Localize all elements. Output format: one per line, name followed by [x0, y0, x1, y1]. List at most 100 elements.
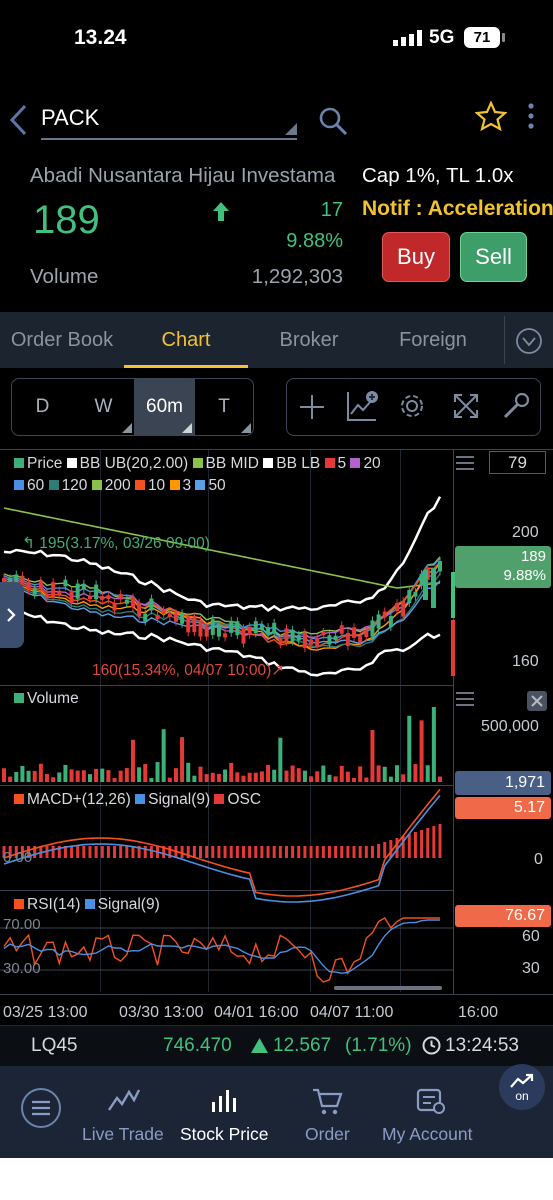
back-icon[interactable]: [8, 104, 30, 136]
candle-body: [149, 598, 154, 611]
volume-bar: [333, 776, 338, 782]
macd-zero-label: 0.00: [3, 849, 33, 866]
volume-bar: [143, 764, 148, 782]
legend-rsi-signal: Signal(9): [84, 896, 160, 913]
live-trade-icon[interactable]: [107, 1086, 141, 1114]
volume-bar: [137, 767, 142, 782]
macd-histogram-bar: [248, 846, 252, 858]
nav-my-account[interactable]: My Account: [382, 1124, 472, 1145]
macd-histogram-bar: [352, 846, 356, 858]
macd-histogram-bar: [241, 846, 245, 858]
macd-histogram-bar: [199, 846, 203, 858]
macd-histogram-bar: [340, 846, 344, 858]
tab-expand-icon[interactable]: [515, 327, 543, 355]
macd-histogram-bar: [303, 846, 307, 858]
chart-scrollbar[interactable]: [334, 986, 442, 990]
nav-order[interactable]: Order: [305, 1124, 350, 1145]
crosshair-icon[interactable]: [299, 394, 325, 420]
panel-menu-icon[interactable]: [455, 689, 475, 709]
panel-menu-icon[interactable]: [455, 453, 475, 473]
volume-bar: [63, 764, 68, 782]
macd-histogram-bar: [315, 846, 319, 858]
sell-button[interactable]: Sell: [460, 232, 527, 282]
volume-bar: [352, 777, 357, 782]
volume-bar: [44, 774, 49, 782]
rsi-last-marker: 76.67: [455, 905, 551, 927]
menu-icon: [32, 1100, 50, 1116]
settings-icon[interactable]: [397, 391, 427, 421]
star-icon[interactable]: [474, 100, 508, 132]
fullscreen-icon[interactable]: [452, 392, 480, 420]
candle-body: [180, 613, 185, 624]
quick-chart-label: on: [515, 1089, 529, 1103]
candle-body: [118, 594, 123, 600]
candle-body: [51, 582, 56, 598]
last-change-marker-value: 9.88%: [503, 567, 546, 584]
macd-histogram-bar: [291, 846, 295, 858]
candle-body: [370, 620, 375, 637]
volume-bar: [87, 774, 92, 782]
legend-ma5: 5: [324, 455, 346, 472]
macd-histogram-bar: [94, 846, 98, 858]
candle-body: [38, 580, 43, 589]
nav-stock-price[interactable]: Stock Price: [180, 1124, 269, 1145]
network-label: 5G: [429, 27, 455, 48]
w-submenu-icon: [122, 423, 132, 433]
volume-bar: [382, 766, 387, 782]
nav-live-trade[interactable]: Live Trade: [82, 1124, 164, 1145]
battery-icon: 71: [464, 27, 500, 48]
tab-broker[interactable]: Broker: [248, 312, 370, 368]
my-account-icon[interactable]: [415, 1086, 445, 1116]
add-indicator-icon[interactable]: [345, 389, 379, 423]
buy-button[interactable]: Buy: [382, 232, 450, 282]
macd-histogram-bar: [364, 846, 368, 858]
macd-last-value: 5.17: [513, 799, 545, 816]
more-icon[interactable]: [527, 102, 535, 130]
volume-bar: [345, 771, 350, 782]
volume-bar: [296, 768, 301, 782]
wrench-icon[interactable]: [501, 391, 531, 421]
macd-histogram-bar: [413, 832, 417, 858]
volume-bar: [259, 771, 264, 782]
stock-price-icon[interactable]: [210, 1088, 240, 1114]
macd-legend: MACD+(12,26) Signal(9) OSC: [14, 791, 261, 809]
price-legend-row2: 60 120 200 10 3 50: [14, 477, 226, 495]
volume-bar: [94, 768, 99, 782]
macd-histogram-bar: [309, 846, 313, 858]
macd-histogram-bar: [88, 846, 92, 858]
quick-chart-button[interactable]: on: [499, 1064, 545, 1110]
timeframe-d[interactable]: D: [12, 379, 73, 435]
tab-order-book[interactable]: Order Book: [0, 312, 124, 368]
volume-bar: [180, 737, 185, 782]
candle-body: [223, 633, 228, 638]
drawer-handle[interactable]: [0, 582, 24, 648]
symbol-input[interactable]: PACK: [41, 105, 99, 131]
legend-ma120: 120: [48, 477, 87, 494]
candle-body: [100, 596, 105, 600]
tab-chart[interactable]: Chart: [124, 312, 248, 368]
candle-body: [143, 613, 148, 622]
volume-bar: [204, 774, 209, 782]
volume-bar: [106, 770, 111, 782]
rsi-level-70: 70.00: [3, 916, 41, 933]
order-cart-icon[interactable]: [311, 1086, 343, 1116]
search-icon[interactable]: [318, 106, 348, 136]
macd-histogram-bar: [432, 826, 436, 858]
candle-body: [419, 573, 424, 586]
volume-bar: [315, 771, 320, 782]
signal-icon: [393, 30, 423, 46]
legend-swatch: [84, 899, 95, 909]
chart-count-input[interactable]: 79: [489, 451, 546, 474]
volume-bar: [155, 762, 160, 782]
macd-histogram-bar: [211, 846, 215, 858]
macd-histogram-bar: [235, 846, 239, 858]
rsi-legend: RSI(14) Signal(9): [14, 896, 160, 914]
tab-foreign[interactable]: Foreign: [370, 312, 496, 368]
macd-histogram-bar: [358, 846, 362, 858]
volume-bar: [75, 770, 80, 782]
legend-swatch: [350, 458, 361, 468]
macd-histogram-bar: [229, 846, 233, 858]
close-panel-icon[interactable]: [527, 691, 547, 711]
volume-bar: [149, 777, 154, 782]
menu-button[interactable]: [21, 1088, 61, 1128]
